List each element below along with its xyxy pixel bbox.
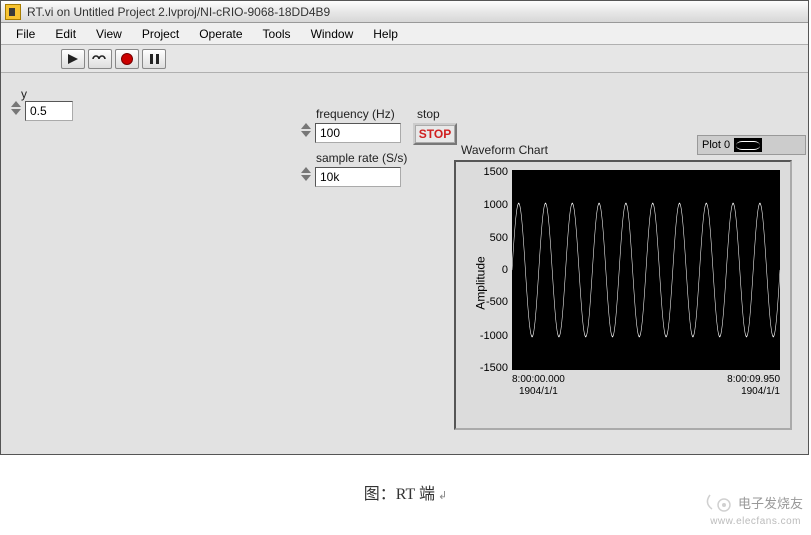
toolbar [1,45,808,73]
y-spinner[interactable] [11,101,23,121]
figure-caption: 图：RT 端 [0,480,811,504]
sample-rate-label: sample rate (S/s) [316,151,407,165]
menu-help[interactable]: Help [364,24,407,44]
title-bar[interactable]: RT.vi on Untitled Project 2.lvproj/NI-cR… [1,1,808,23]
stop-button[interactable]: STOP [413,123,457,145]
sample-rate-spinner[interactable] [301,167,313,187]
x-end-tick: 8:00:09.950 1904/1/1 [727,374,780,398]
y-control [11,101,73,121]
window-title: RT.vi on Untitled Project 2.lvproj/NI-cR… [27,5,330,19]
y-label: y [21,87,27,101]
frequency-spinner[interactable] [301,123,313,143]
watermark: 电子发烧友 [704,491,803,513]
sample-rate-decrement[interactable] [301,175,311,181]
menu-view[interactable]: View [87,24,131,44]
sample-rate-control [301,167,401,187]
frequency-label: frequency (Hz) [316,107,395,121]
pause-button[interactable] [142,49,166,69]
abort-button[interactable] [115,49,139,69]
menu-project[interactable]: Project [133,24,188,44]
menu-tools[interactable]: Tools [254,24,300,44]
watermark-url: www.elecfans.com [710,516,801,527]
plot-legend[interactable]: Plot 0 [697,135,806,155]
menu-window[interactable]: Window [302,24,363,44]
sample-rate-increment[interactable] [301,167,311,173]
x-start-tick: 8:00:00.000 1904/1/1 [512,374,565,398]
waveform-chart[interactable]: Amplitude 1500 1000 500 0 -500 -1000 -15… [454,160,792,430]
front-panel: y frequency (Hz) sample rate (S/s) sto [1,75,808,454]
chart-title: Waveform Chart [461,143,548,157]
frequency-control [301,123,401,143]
frequency-increment[interactable] [301,123,311,129]
stop-label: stop [417,107,440,121]
y-decrement[interactable] [11,109,21,115]
y-increment[interactable] [11,101,21,107]
chart-body: Amplitude 1500 1000 500 0 -500 -1000 -15… [462,168,784,398]
sample-rate-input[interactable] [315,167,401,187]
menu-operate[interactable]: Operate [190,24,251,44]
frequency-input[interactable] [315,123,401,143]
legend-label: Plot 0 [702,139,730,151]
legend-swatch-icon [734,138,762,152]
y-axis-ticks: 1500 1000 500 0 -500 -1000 -1500 [474,170,508,370]
labview-icon [5,4,21,20]
run-continuous-button[interactable] [88,49,112,69]
menu-file[interactable]: File [7,24,44,44]
vi-window: RT.vi on Untitled Project 2.lvproj/NI-cR… [0,0,809,455]
menu-bar: File Edit View Project Operate Tools Win… [1,23,808,45]
plot-area [512,170,780,370]
run-button[interactable] [61,49,85,69]
y-input[interactable] [25,101,73,121]
menu-edit[interactable]: Edit [46,24,85,44]
frequency-decrement[interactable] [301,131,311,137]
